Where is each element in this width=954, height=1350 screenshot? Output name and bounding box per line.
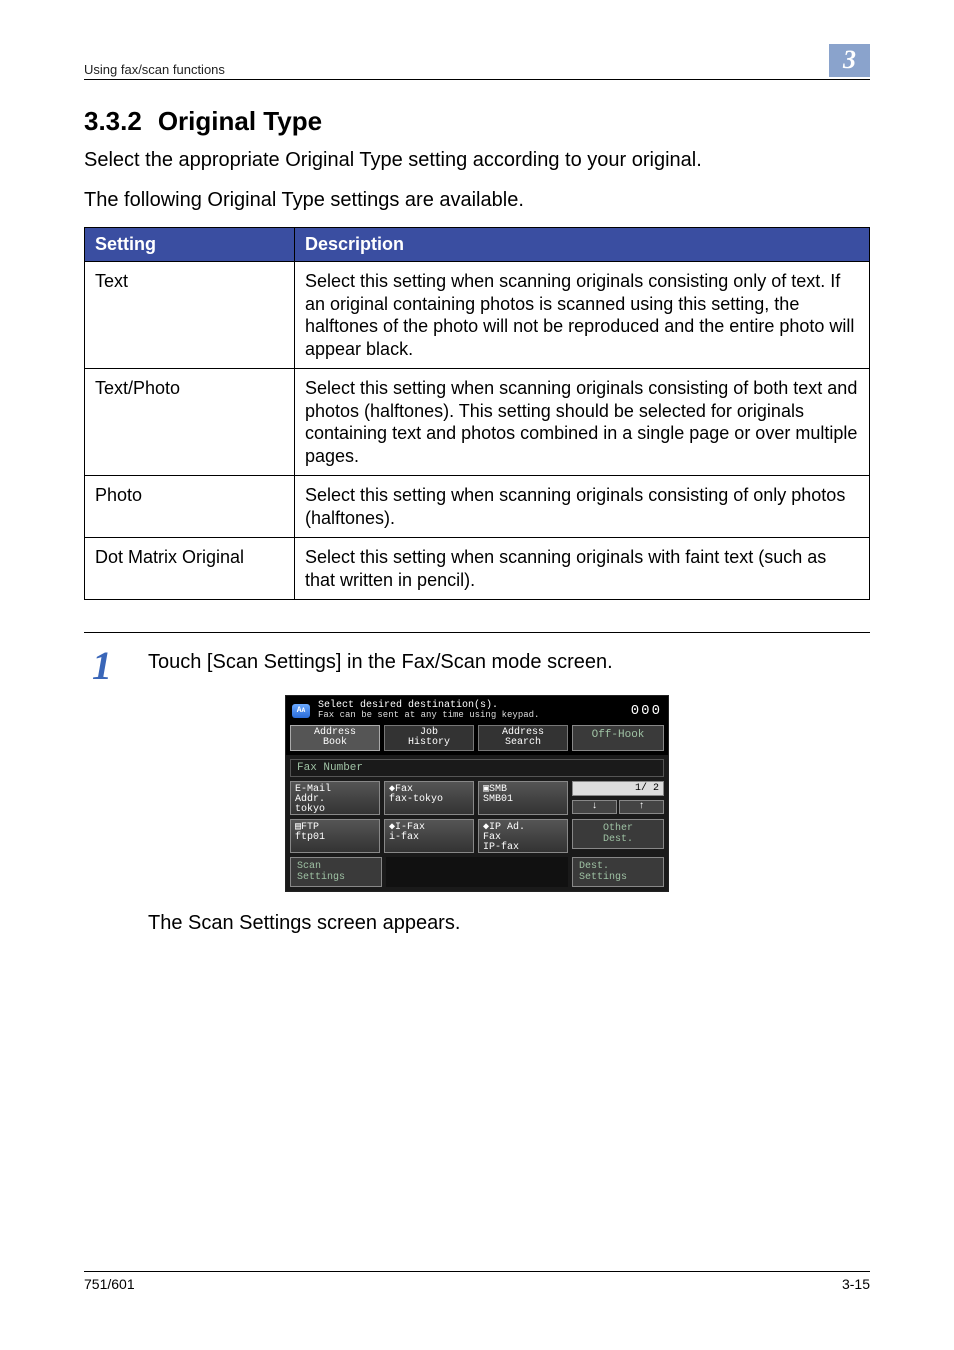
- bottom-filler: [386, 857, 568, 887]
- off-hook-button[interactable]: Off-Hook: [572, 725, 664, 751]
- intro-paragraph-1: Select the appropriate Original Type set…: [84, 147, 870, 173]
- cell-description: Select this setting when scanning origin…: [295, 476, 870, 538]
- cell-setting: Dot Matrix Original: [85, 538, 295, 600]
- dest-ipfax[interactable]: ◆IP Ad. Fax IP-fax: [478, 819, 568, 853]
- dest-smb01[interactable]: ▣SMB SMB01: [478, 781, 568, 815]
- cell-setting: Text: [85, 262, 295, 369]
- scan-settings-button[interactable]: Scan Settings: [290, 857, 382, 887]
- table-row: Text/Photo Select this setting when scan…: [85, 369, 870, 476]
- col-header-setting: Setting: [85, 228, 295, 262]
- section-heading: 3.3.2 Original Type: [84, 106, 870, 137]
- other-dest-button[interactable]: Other Dest.: [572, 819, 664, 849]
- page-indicator: 1/ 2: [572, 781, 664, 796]
- cell-description: Select this setting when scanning origin…: [295, 262, 870, 369]
- step-after-text: The Scan Settings screen appears.: [148, 912, 870, 935]
- cell-description: Select this setting when scanning origin…: [295, 369, 870, 476]
- device-logo-icon: AA: [292, 704, 310, 718]
- cell-description: Select this setting when scanning origin…: [295, 538, 870, 600]
- section-title: Original Type: [158, 106, 322, 137]
- step-number-icon: 1: [84, 645, 124, 685]
- section-badge: 3: [829, 44, 870, 77]
- device-screen: AA Select desired destination(s). Fax ca…: [285, 695, 669, 892]
- page-footer: 751/601 3-15: [84, 1271, 870, 1292]
- device-title-line2: Fax can be sent at any time using keypad…: [318, 711, 623, 721]
- table-row: Text Select this setting when scanning o…: [85, 262, 870, 369]
- dest-settings-button[interactable]: Dest. Settings: [572, 857, 664, 887]
- tab-job-history[interactable]: Job History: [384, 725, 474, 751]
- cell-setting: Photo: [85, 476, 295, 538]
- section-number: 3.3.2: [84, 106, 142, 137]
- dest-ftp01[interactable]: ▤FTP ftp01: [290, 819, 380, 853]
- dest-email-tokyo[interactable]: E-Mail Addr. tokyo: [290, 781, 380, 815]
- footer-left: 751/601: [84, 1276, 135, 1292]
- dest-ifax[interactable]: ◆I-Fax i-fax: [384, 819, 474, 853]
- tab-address-search[interactable]: Address Search: [478, 725, 568, 751]
- col-header-description: Description: [295, 228, 870, 262]
- cell-setting: Text/Photo: [85, 369, 295, 476]
- page-down-button[interactable]: ↓: [572, 800, 617, 814]
- intro-paragraph-2: The following Original Type settings are…: [84, 187, 870, 213]
- settings-table: Setting Description Text Select this set…: [84, 227, 870, 600]
- tab-address-book[interactable]: Address Book: [290, 725, 380, 751]
- table-row: Photo Select this setting when scanning …: [85, 476, 870, 538]
- running-head-row: Using fax/scan functions 3: [84, 44, 870, 80]
- copy-counter: 000: [631, 703, 662, 719]
- svg-text:1: 1: [92, 645, 112, 685]
- fax-number-field[interactable]: Fax Number: [290, 759, 664, 777]
- step-text: Touch [Scan Settings] in the Fax/Scan mo…: [148, 645, 613, 674]
- running-head: Using fax/scan functions: [84, 62, 225, 77]
- table-row: Dot Matrix Original Select this setting …: [85, 538, 870, 600]
- step-1: 1 Touch [Scan Settings] in the Fax/Scan …: [84, 645, 870, 685]
- page-up-button[interactable]: ↑: [619, 800, 664, 814]
- footer-right: 3-15: [842, 1276, 870, 1292]
- dest-fax-tokyo[interactable]: ◆Fax fax-tokyo: [384, 781, 474, 815]
- divider: [84, 632, 870, 633]
